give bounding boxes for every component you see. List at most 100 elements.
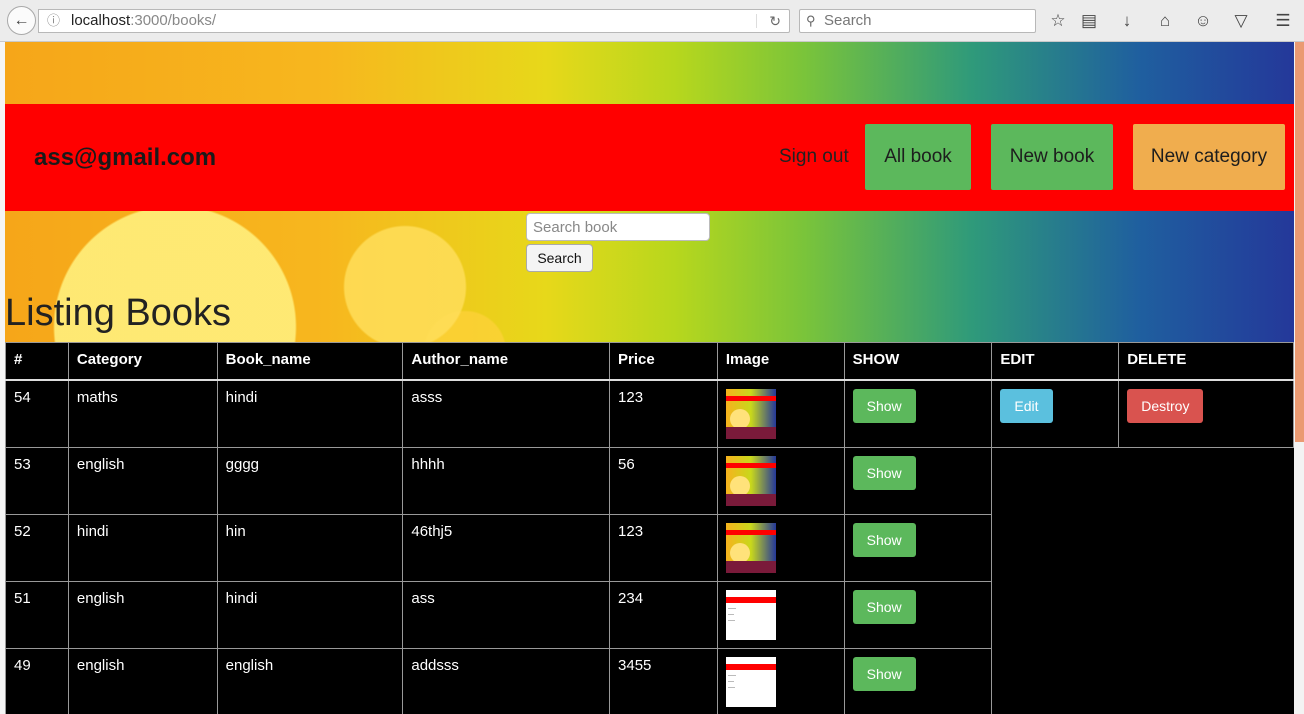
cell-price: 56 [609, 446, 718, 515]
cell-book-name: gggg [216, 446, 404, 515]
cell-price: 3455 [609, 647, 718, 714]
reload-icon[interactable]: ↻ [769, 10, 781, 32]
cell-empty [1118, 447, 1294, 514]
browser-search-placeholder: Search [824, 12, 872, 29]
cell-id: 52 [5, 513, 69, 582]
menu-icon[interactable]: ☰ [1271, 9, 1295, 33]
page-content: ass@gmail.com Sign out All book New book… [5, 42, 1294, 714]
cell-author-name: 46thj5 [402, 513, 611, 582]
book-cover-thumbnail [725, 589, 776, 640]
destroy-button[interactable]: Destroy [1127, 388, 1204, 423]
cell-show: Show [843, 647, 993, 714]
scrollbar-thumb[interactable] [1295, 42, 1304, 442]
cell-price: 234 [609, 580, 718, 649]
cell-author-name: asss [402, 379, 611, 448]
cell-show: Show [843, 446, 993, 515]
show-button[interactable]: Show [852, 522, 916, 557]
search-book-input[interactable] [526, 213, 710, 241]
header-show: SHOW [843, 342, 993, 381]
all-book-button[interactable]: All book [865, 124, 971, 190]
table-row: 51 english hindi ass 234 Show [5, 580, 1294, 649]
home-icon[interactable]: ⌂ [1153, 9, 1177, 33]
cell-edit: Edit [991, 379, 1120, 448]
header-delete: DELETE [1118, 342, 1294, 381]
cell-image [716, 580, 845, 649]
cell-author-name: ass [402, 580, 611, 649]
address-text: localhost:3000/books/ [71, 10, 216, 32]
cell-show: Show [843, 580, 993, 649]
table-row: 49 english english addsss 3455 Show [5, 647, 1294, 714]
cell-show: Show [843, 379, 993, 448]
pocket-icon[interactable]: ▽ [1229, 9, 1253, 33]
cell-delete: Destroy [1118, 379, 1294, 448]
cell-id: 49 [5, 647, 69, 714]
user-email: ass@gmail.com [34, 144, 217, 171]
cell-author-name: addsss [402, 647, 611, 714]
reading-list-icon[interactable]: ▤ [1077, 9, 1101, 33]
cell-empty [1118, 648, 1294, 714]
cell-category: english [67, 580, 218, 649]
address-bar[interactable]: ⓘ localhost:3000/books/ ↻ [38, 9, 790, 33]
new-category-button[interactable]: New category [1133, 124, 1285, 190]
cell-empty [1118, 514, 1294, 581]
cell-category: hindi [67, 513, 218, 582]
cell-empty [991, 581, 1119, 648]
header-price: Price [609, 342, 718, 381]
info-icon[interactable]: ⓘ [47, 10, 60, 32]
cell-image [716, 513, 845, 582]
banner-strip [5, 42, 1294, 104]
show-button[interactable]: Show [852, 455, 916, 490]
cell-id: 51 [5, 580, 69, 649]
edit-button[interactable]: Edit [1000, 388, 1053, 423]
cell-category: english [67, 446, 218, 515]
cell-author-name: hhhh [402, 446, 611, 515]
show-button[interactable]: Show [852, 656, 916, 691]
cell-category: english [67, 647, 218, 714]
cell-empty [991, 514, 1119, 581]
books-table: # Category Book_name Author_name Price I… [5, 342, 1294, 714]
cell-empty [991, 447, 1119, 514]
browser-search-field[interactable]: ⚲ Search [799, 9, 1036, 33]
cell-image [716, 379, 845, 448]
back-arrow-icon[interactable]: ← [7, 6, 36, 35]
header-category: Category [67, 342, 218, 381]
navbar: ass@gmail.com Sign out All book New book… [5, 104, 1294, 211]
new-book-button[interactable]: New book [991, 124, 1113, 190]
download-icon[interactable]: ↓ [1115, 9, 1139, 33]
book-cover-thumbnail [725, 455, 776, 506]
cell-id: 53 [5, 446, 69, 515]
header-edit: EDIT [991, 342, 1120, 381]
book-cover-thumbnail [725, 656, 776, 707]
cell-book-name: english [216, 647, 404, 714]
cell-price: 123 [609, 379, 718, 448]
search-button[interactable]: Search [526, 244, 593, 272]
book-cover-thumbnail [725, 522, 776, 573]
page-title: Listing Books [5, 292, 232, 334]
table-header-row: # Category Book_name Author_name Price I… [5, 342, 1294, 381]
address-divider [756, 14, 757, 28]
sign-out-link[interactable]: Sign out [779, 146, 849, 168]
address-host: localhost [71, 12, 131, 29]
cell-category: maths [67, 379, 218, 448]
bookmark-star-icon[interactable]: ☆ [1046, 9, 1070, 33]
cell-show: Show [843, 513, 993, 582]
cell-book-name: hindi [216, 379, 404, 448]
address-path: :3000/books/ [130, 12, 217, 29]
cell-id: 54 [5, 379, 69, 448]
cell-book-name: hindi [216, 580, 404, 649]
table-row: 54 maths hindi asss 123 Show Edit Destroy [5, 379, 1294, 448]
browser-toolbar: ← ⓘ localhost:3000/books/ ↻ ⚲ Search ☆ ▤… [0, 0, 1304, 42]
search-icon: ⚲ [806, 13, 816, 28]
cell-empty [1118, 581, 1294, 648]
chat-icon[interactable]: ☺ [1191, 9, 1215, 33]
header-image: Image [716, 342, 845, 381]
header-author-name: Author_name [402, 342, 611, 381]
cell-price: 123 [609, 513, 718, 582]
header-id: # [5, 342, 69, 381]
cell-image [716, 446, 845, 515]
table-row: 53 english gggg hhhh 56 Show [5, 446, 1294, 515]
cell-empty [991, 648, 1119, 714]
header-book-name: Book_name [216, 342, 404, 381]
show-button[interactable]: Show [852, 388, 916, 423]
show-button[interactable]: Show [852, 589, 916, 624]
